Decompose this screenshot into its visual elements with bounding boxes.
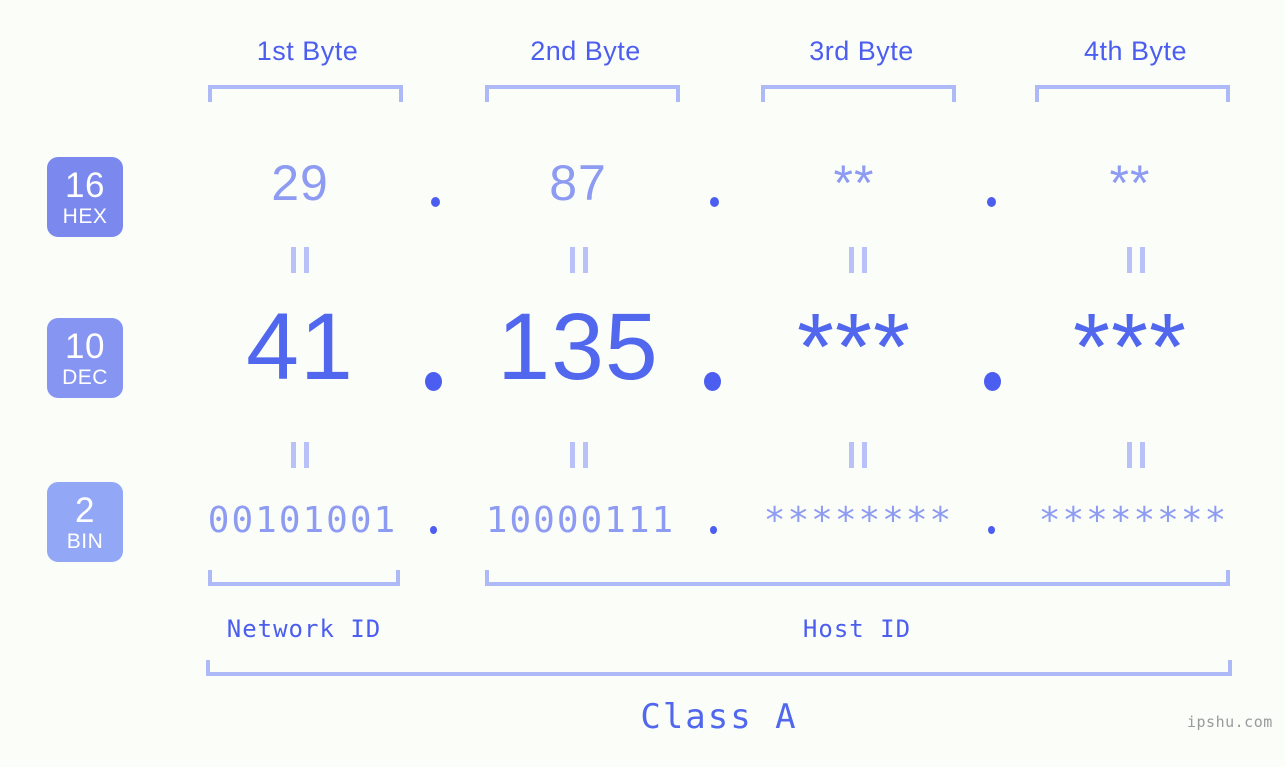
class-label: Class A (640, 697, 798, 737)
hex-separator-2 (710, 197, 719, 207)
byte-bracket-2 (485, 85, 680, 102)
hex-byte-1-value: 29 (271, 155, 329, 211)
class-bracket (206, 660, 1232, 676)
dec-byte-3-value: *** (797, 294, 911, 400)
equality-marker-hex-dec-4 (1127, 247, 1145, 273)
base-badge-dec-abbr: DEC (62, 365, 108, 389)
base-badge-dec: 10 DEC (47, 318, 123, 398)
host-id-label: Host ID (802, 615, 912, 643)
equality-marker-dec-bin-3 (849, 442, 867, 468)
bin-separator-3 (988, 526, 995, 534)
byte-bracket-1 (208, 85, 403, 102)
byte-bracket-4 (1035, 85, 1230, 102)
bin-byte-4-value: ******** (1038, 500, 1229, 541)
equality-marker-dec-bin-2 (570, 442, 588, 468)
host-id-bracket (485, 570, 1230, 586)
dec-byte-1-value: 41 (246, 294, 354, 400)
hex-byte-4-value: ** (1109, 155, 1151, 211)
hex-separator-1 (431, 197, 440, 207)
equality-marker-hex-dec-1 (291, 247, 309, 273)
dec-separator-1 (425, 372, 442, 391)
network-id-label: Network ID (226, 615, 382, 643)
base-badge-bin-abbr: BIN (66, 529, 104, 553)
equality-marker-hex-dec-3 (849, 247, 867, 273)
hex-byte-2-value: 87 (549, 155, 607, 211)
bin-separator-2 (710, 526, 717, 534)
byte-header-2: 2nd Byte (530, 36, 641, 66)
bin-separator-1 (430, 526, 437, 534)
equality-marker-dec-bin-1 (291, 442, 309, 468)
byte-header-3: 3rd Byte (809, 36, 914, 66)
base-badge-bin: 2 BIN (47, 482, 123, 562)
bin-byte-2-value: 10000111 (485, 500, 676, 541)
dec-separator-2 (704, 372, 721, 391)
base-badge-hex-number: 16 (65, 165, 105, 205)
byte-header-4: 4th Byte (1083, 36, 1188, 66)
base-badge-dec-number: 10 (65, 326, 105, 366)
equality-marker-hex-dec-2 (570, 247, 588, 273)
byte-header-1: 1st Byte (256, 36, 359, 66)
base-badge-bin-number: 2 (75, 490, 95, 530)
hex-byte-3-value: ** (833, 155, 875, 211)
dec-byte-2-value: 135 (497, 294, 659, 400)
site-watermark: ipshu.com (1187, 713, 1273, 731)
byte-bracket-3 (761, 85, 956, 102)
base-badge-hex: 16 HEX (47, 157, 123, 237)
dec-separator-3 (984, 372, 1001, 391)
bin-byte-3-value: ******** (763, 500, 954, 541)
bin-byte-1-value: 00101001 (207, 500, 398, 541)
hex-separator-3 (987, 197, 996, 207)
ip-address-breakdown-diagram: 1st Byte 2nd Byte 3rd Byte 4th Byte 16 H… (0, 0, 1285, 767)
base-badge-hex-abbr: HEX (62, 204, 108, 228)
equality-marker-dec-bin-4 (1127, 442, 1145, 468)
network-id-bracket (208, 570, 400, 586)
dec-byte-4-value: *** (1073, 294, 1187, 400)
